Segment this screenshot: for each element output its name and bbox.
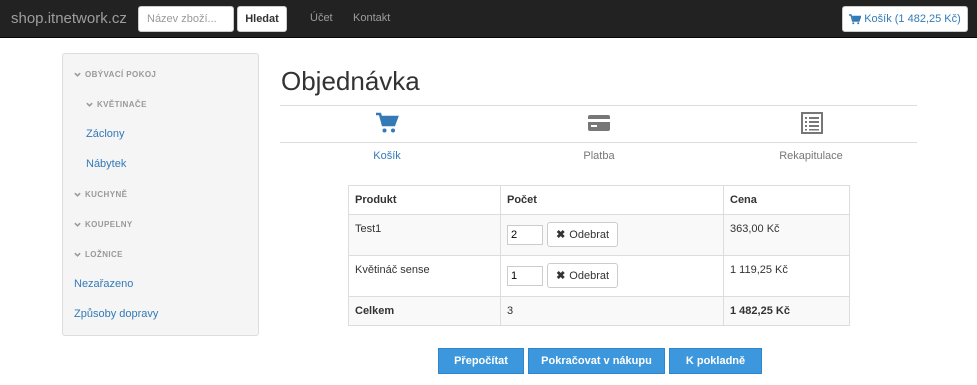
column-header-price: Cena	[723, 185, 850, 215]
chevron-down-icon	[74, 192, 81, 197]
sidebar-item-zaclony[interactable]: Záclony	[86, 128, 125, 140]
step-label-payment[interactable]: Platba	[583, 150, 614, 162]
sidebar-item-kvetinace[interactable]: KVĚTINAČE	[86, 100, 147, 109]
sidebar-item-label: KUCHYNĚ	[85, 190, 128, 199]
nav-link-contact[interactable]: Kontakt	[353, 12, 390, 24]
quantity-cell: ✖ Odebrat	[500, 214, 724, 256]
quantity-cell: ✖ Odebrat	[500, 255, 724, 297]
continue-shopping-button[interactable]: Pokračovat v nákupu	[528, 348, 665, 374]
table-row: Test1 ✖ Odebrat 363,00 Kč	[348, 214, 850, 256]
sidebar-item-nezarazeno[interactable]: Nezařazeno	[74, 278, 133, 290]
table-header-row: Produkt Počet Cena	[348, 185, 850, 215]
column-header-product: Produkt	[348, 185, 501, 215]
cart-table: Produkt Počet Cena Test1 ✖ Odebrat 363,0…	[348, 185, 850, 326]
chevron-down-icon	[74, 222, 81, 227]
remove-button[interactable]: ✖ Odebrat	[547, 263, 619, 288]
sidebar-item-obyvaci-pokoj[interactable]: OBÝVACÍ POKOJ	[74, 70, 156, 79]
shopping-cart-icon	[376, 112, 399, 133]
product-name: Květináč sense	[348, 255, 501, 297]
category-sidebar: OBÝVACÍ POKOJ KVĚTINAČE Záclony Nábytek …	[62, 53, 259, 336]
table-row: Květináč sense ✖ Odebrat 1 119,25 Kč	[348, 255, 850, 297]
page-title: Objednávka	[281, 66, 420, 96]
cart-button-label: Košík (1 482,25 Kč)	[864, 13, 961, 25]
checkout-button[interactable]: K pokladně	[669, 348, 762, 374]
remove-button[interactable]: ✖ Odebrat	[547, 222, 619, 247]
top-navbar: shop.itnetwork.cz Hledat Účet Kontakt Ko…	[0, 0, 977, 38]
quantity-input[interactable]	[507, 224, 543, 245]
sidebar-item-kuchyne[interactable]: KUCHYNĚ	[74, 190, 127, 199]
chevron-down-icon	[74, 72, 81, 77]
shopping-cart-icon	[849, 13, 862, 24]
column-header-quantity: Počet	[500, 185, 724, 215]
search-button[interactable]: Hledat	[237, 6, 287, 32]
price-cell: 1 119,25 Kč	[723, 255, 850, 297]
sidebar-item-nabytek[interactable]: Nábytek	[86, 158, 126, 170]
list-icon	[801, 112, 823, 134]
remove-button-label: Odebrat	[569, 228, 610, 241]
price-cell: 363,00 Kč	[723, 214, 850, 256]
sidebar-item-label: KVĚTINAČE	[97, 100, 147, 109]
product-name: Test1	[348, 214, 501, 256]
close-icon: ✖	[556, 229, 566, 241]
step-label-cart[interactable]: Košík	[373, 150, 401, 162]
chevron-down-icon	[86, 102, 93, 107]
steps-divider-bottom	[280, 142, 917, 143]
sidebar-item-label: LOŽNICE	[85, 250, 123, 259]
sidebar-item-label: KOUPELNY	[85, 220, 133, 229]
total-label: Celkem	[348, 296, 501, 326]
nav-link-account[interactable]: Účet	[310, 12, 333, 24]
sidebar-item-loznice[interactable]: LOŽNICE	[74, 250, 123, 259]
remove-button-label: Odebrat	[569, 269, 610, 282]
quantity-input[interactable]	[507, 265, 543, 286]
credit-card-icon	[588, 115, 610, 131]
chevron-down-icon	[74, 252, 81, 257]
sidebar-item-koupelny[interactable]: KOUPELNY	[74, 220, 133, 229]
total-count: 3	[500, 296, 724, 326]
table-total-row: Celkem 3 1 482,25 Kč	[348, 296, 850, 326]
search-input[interactable]	[138, 6, 234, 32]
sidebar-item-zpusoby-dopravy[interactable]: Způsoby dopravy	[74, 308, 158, 320]
sidebar-item-label: OBÝVACÍ POKOJ	[85, 70, 157, 79]
step-label-summary[interactable]: Rekapitulace	[779, 150, 843, 162]
cart-button[interactable]: Košík (1 482,25 Kč)	[842, 6, 968, 32]
total-price: 1 482,25 Kč	[723, 296, 850, 326]
brand-logo[interactable]: shop.itnetwork.cz	[11, 10, 127, 27]
close-icon: ✖	[556, 270, 566, 282]
steps-divider-top	[280, 105, 917, 106]
recalculate-button[interactable]: Přepočítat	[438, 348, 524, 374]
